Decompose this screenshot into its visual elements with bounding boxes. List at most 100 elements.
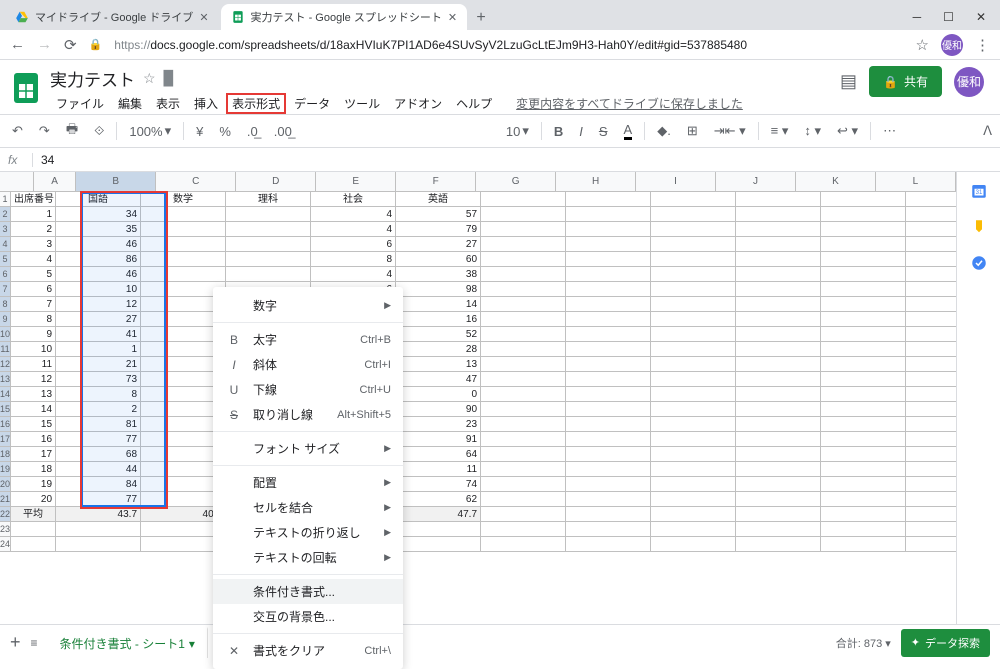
halign-icon[interactable]: ≡ ▾ [767, 121, 793, 141]
cell[interactable]: 11 [396, 462, 481, 477]
cell[interactable] [566, 207, 651, 222]
cell[interactable] [736, 252, 821, 267]
cell[interactable] [481, 312, 566, 327]
minimize-icon[interactable]: ─ [913, 10, 922, 24]
cell[interactable]: 62 [396, 492, 481, 507]
cell[interactable] [566, 447, 651, 462]
cell[interactable]: 2 [56, 402, 141, 417]
cell[interactable] [481, 507, 566, 522]
cell[interactable] [651, 507, 736, 522]
cell[interactable] [566, 507, 651, 522]
cell[interactable] [56, 537, 141, 552]
cell[interactable]: 21 [56, 357, 141, 372]
menu-item[interactable]: B太字Ctrl+B [213, 327, 403, 352]
cell[interactable] [736, 492, 821, 507]
cell[interactable] [736, 357, 821, 372]
cell[interactable] [566, 282, 651, 297]
cell[interactable]: 14 [396, 297, 481, 312]
cell[interactable]: 16 [396, 312, 481, 327]
col-header[interactable]: C [156, 172, 236, 192]
cell[interactable]: 77 [56, 492, 141, 507]
cell[interactable] [736, 462, 821, 477]
cell[interactable] [651, 537, 736, 552]
more-icon[interactable]: ⋯ [879, 121, 900, 141]
cell[interactable] [821, 342, 906, 357]
cell[interactable] [226, 222, 311, 237]
cell[interactable] [481, 402, 566, 417]
cell[interactable]: 44 [56, 462, 141, 477]
cell[interactable] [736, 312, 821, 327]
cell[interactable]: 4 [11, 252, 56, 267]
cell[interactable]: 17 [11, 447, 56, 462]
menu-format[interactable]: 表示形式 [226, 93, 286, 114]
reload-icon[interactable]: ⟳ [64, 36, 77, 54]
star-icon[interactable]: ☆ [143, 70, 156, 87]
cell[interactable] [906, 312, 956, 327]
cell[interactable]: 23 [396, 417, 481, 432]
cell[interactable] [736, 477, 821, 492]
cell[interactable]: 18 [11, 462, 56, 477]
cell[interactable]: 12 [11, 372, 56, 387]
cell[interactable] [906, 282, 956, 297]
cell[interactable]: 英語 [396, 192, 481, 207]
cell[interactable] [651, 282, 736, 297]
cell[interactable] [651, 342, 736, 357]
cell[interactable] [906, 447, 956, 462]
cell[interactable]: 数学 [141, 192, 226, 207]
expand-icon[interactable]: ᐱ [983, 123, 992, 139]
cell[interactable]: 0 [396, 387, 481, 402]
cell[interactable] [566, 327, 651, 342]
cell[interactable]: 6 [311, 237, 396, 252]
row-header[interactable]: 17 [0, 432, 11, 447]
cell[interactable] [821, 417, 906, 432]
cell[interactable] [481, 432, 566, 447]
cell[interactable] [651, 297, 736, 312]
cell[interactable] [821, 492, 906, 507]
fillcolor-icon[interactable]: ◆. [653, 121, 675, 141]
cell[interactable] [736, 447, 821, 462]
cell[interactable] [481, 372, 566, 387]
cell[interactable] [481, 417, 566, 432]
cell[interactable] [821, 192, 906, 207]
menu-view[interactable]: 表示 [150, 93, 186, 114]
cell[interactable] [481, 492, 566, 507]
cell[interactable] [481, 207, 566, 222]
cell[interactable] [736, 522, 821, 537]
row-header[interactable]: 9 [0, 312, 11, 327]
cell[interactable] [651, 432, 736, 447]
menu-item[interactable]: 条件付き書式... [213, 579, 403, 604]
bold-icon[interactable]: B [550, 122, 567, 141]
cell[interactable]: 74 [396, 477, 481, 492]
menu-item[interactable]: 数字▶ [213, 293, 403, 318]
cell[interactable] [481, 237, 566, 252]
cell[interactable] [906, 357, 956, 372]
cell[interactable]: 4 [311, 222, 396, 237]
cell[interactable] [141, 252, 226, 267]
cell[interactable] [906, 522, 956, 537]
cell[interactable] [651, 417, 736, 432]
add-sheet-button[interactable]: + [10, 632, 21, 653]
cell[interactable]: 10 [11, 342, 56, 357]
cell[interactable] [736, 432, 821, 447]
cell[interactable] [56, 522, 141, 537]
menu-item[interactable]: S取り消し線Alt+Shift+5 [213, 402, 403, 427]
italic-icon[interactable]: I [575, 122, 587, 141]
cell[interactable] [906, 327, 956, 342]
cell[interactable] [821, 267, 906, 282]
doc-title[interactable]: 実力テスト ☆ ▉ [50, 66, 749, 91]
cell[interactable] [566, 417, 651, 432]
currency-icon[interactable]: ¥ [192, 122, 207, 141]
cell[interactable]: 4 [311, 267, 396, 282]
print-icon[interactable]: 🖶 [62, 118, 82, 144]
cell[interactable]: 35 [56, 222, 141, 237]
menu-file[interactable]: ファイル [50, 93, 110, 114]
cell[interactable] [141, 267, 226, 282]
cell[interactable] [651, 327, 736, 342]
cell[interactable]: 60 [396, 252, 481, 267]
cell[interactable] [566, 237, 651, 252]
row-header[interactable]: 7 [0, 282, 11, 297]
cell[interactable] [141, 207, 226, 222]
menu-insert[interactable]: 挿入 [188, 93, 224, 114]
menu-item[interactable]: 配置▶ [213, 470, 403, 495]
cell[interactable] [736, 207, 821, 222]
